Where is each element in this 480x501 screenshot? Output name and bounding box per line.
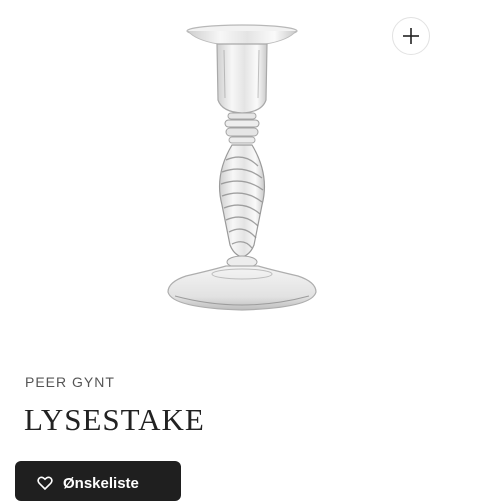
plus-icon <box>402 27 420 45</box>
product-title: LYSESTAKE <box>24 402 205 437</box>
wishlist-button[interactable]: Ønskeliste <box>15 461 181 501</box>
zoom-button[interactable] <box>392 17 430 55</box>
product-brand: PEER GYNT <box>25 374 115 390</box>
wishlist-label: Ønskeliste <box>63 475 139 492</box>
heart-icon <box>37 475 53 491</box>
